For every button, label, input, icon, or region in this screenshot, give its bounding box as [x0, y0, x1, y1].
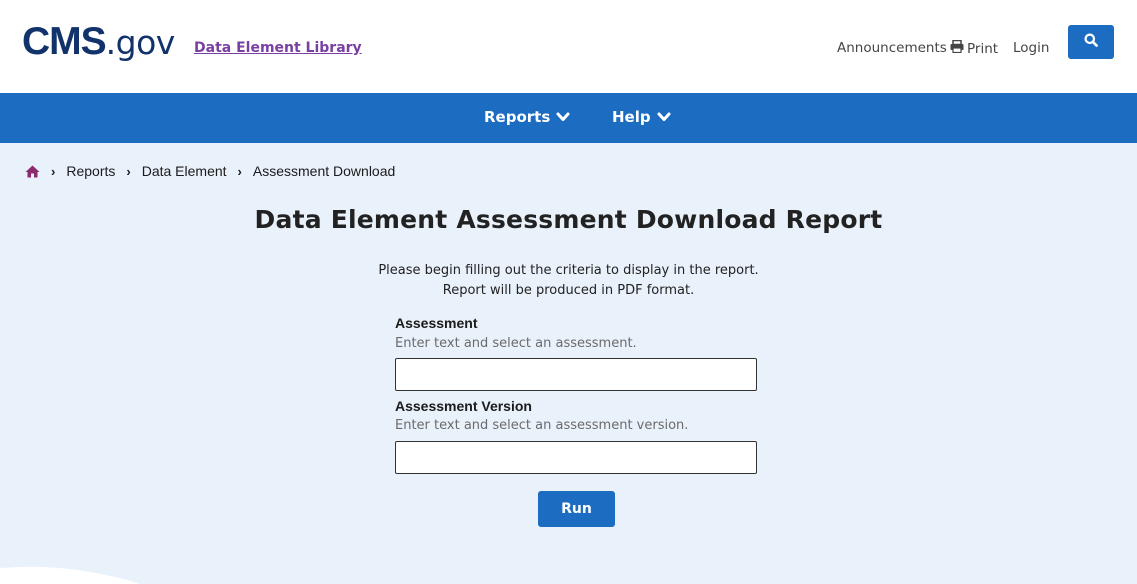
page-title: Data Element Assessment Download Report	[254, 205, 883, 234]
logo-main-text: CMS	[22, 20, 107, 63]
run-button[interactable]: Run	[538, 491, 615, 527]
home-icon[interactable]	[25, 165, 40, 178]
print-label: Print	[967, 40, 999, 57]
breadcrumb: › Reports › Data Element › Assessment Do…	[25, 163, 395, 179]
intro-line-1: Please begin filling out the criteria to…	[378, 263, 759, 278]
cms-logo[interactable]: CMS .gov	[22, 20, 175, 64]
search-icon	[1084, 33, 1098, 52]
breadcrumb-data-element[interactable]: Data Element	[142, 163, 227, 179]
main-nav: Reports Help	[0, 93, 1137, 143]
chevron-down-icon	[657, 108, 671, 126]
site-header: CMS .gov Data Element Library Announcemen…	[0, 0, 1137, 93]
assessment-input[interactable]	[395, 358, 757, 391]
nav-help-label: Help	[612, 108, 651, 126]
assessment-version-hint: Enter text and select an assessment vers…	[395, 418, 689, 433]
print-link[interactable]: Print	[950, 39, 999, 57]
intro-text: Please begin filling out the criteria to…	[0, 261, 1137, 301]
login-link[interactable]: Login	[1013, 40, 1049, 56]
printer-icon	[950, 39, 964, 57]
chevron-down-icon	[556, 108, 570, 126]
breadcrumb-reports[interactable]: Reports	[66, 163, 115, 179]
nav-help-menu[interactable]: Help	[612, 108, 671, 126]
assessment-hint: Enter text and select an assessment.	[395, 336, 637, 351]
assessment-label: Assessment	[395, 315, 478, 331]
data-element-library-link[interactable]: Data Element Library	[194, 40, 362, 56]
breadcrumb-separator-icon: ›	[237, 163, 242, 179]
main-content: › Reports › Data Element › Assessment Do…	[0, 143, 1137, 584]
nav-reports-menu[interactable]: Reports	[484, 108, 570, 126]
announcements-link[interactable]: Announcements	[837, 40, 947, 56]
breadcrumb-separator-icon: ›	[126, 163, 131, 179]
background-wave	[0, 566, 140, 584]
search-button[interactable]	[1068, 25, 1114, 59]
assessment-version-label: Assessment Version	[395, 398, 532, 414]
breadcrumb-separator-icon: ›	[51, 163, 56, 179]
intro-line-2: Report will be produced in PDF format.	[442, 283, 695, 298]
assessment-version-input[interactable]	[395, 441, 757, 474]
breadcrumb-current: Assessment Download	[252, 163, 396, 179]
nav-reports-label: Reports	[484, 108, 551, 126]
logo-suffix-text: .gov	[105, 23, 176, 62]
